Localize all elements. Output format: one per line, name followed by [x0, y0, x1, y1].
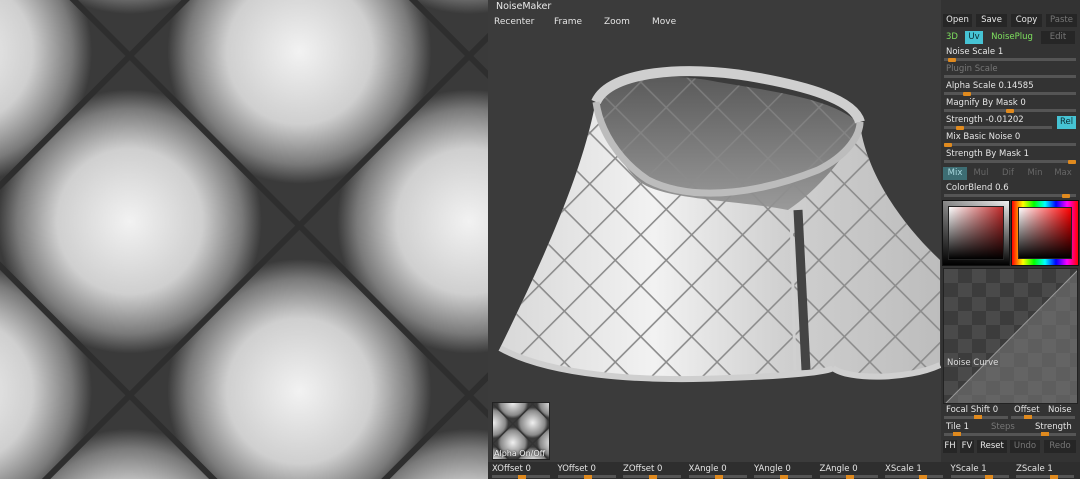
- uv-mode-button[interactable]: Uv: [965, 31, 983, 44]
- mix-basic-noise-label: Mix Basic Noise: [946, 132, 1013, 142]
- tile-label: Tile: [946, 422, 961, 432]
- plugin-scale-label: Plugin Scale: [946, 64, 998, 74]
- undo-curve-button[interactable]: Undo: [1010, 440, 1040, 453]
- alpha-texture-preview[interactable]: [0, 0, 488, 479]
- zangle-slider[interactable]: ZAngle 0: [816, 462, 880, 479]
- relative-toggle-button[interactable]: Rel: [1057, 116, 1076, 129]
- strength-value: -0.01202: [985, 115, 1024, 125]
- blend-dif-button[interactable]: Dif: [996, 167, 1020, 180]
- open-button[interactable]: Open: [943, 14, 972, 27]
- 3d-mode-button[interactable]: 3D: [943, 31, 961, 44]
- copy-button[interactable]: Copy: [1011, 14, 1042, 27]
- alpha-on-off-toggle[interactable]: Alpha On/Off: [492, 402, 550, 460]
- magnify-by-mask-label: Magnify By Mask: [946, 98, 1018, 108]
- alpha-scale-label: Alpha Scale: [946, 81, 996, 91]
- mix-basic-noise-value: 0: [1014, 132, 1021, 142]
- zoffset-slider[interactable]: ZOffset 0: [619, 462, 683, 479]
- tile-value: 1: [963, 422, 970, 432]
- strength-by-mask-value: 1: [1023, 149, 1030, 159]
- yangle-slider[interactable]: YAngle 0: [750, 462, 814, 479]
- viewport-toolbar: Recenter Frame Zoom Move: [488, 13, 941, 31]
- blend-mul-button[interactable]: Mul: [969, 167, 993, 180]
- noise-curve-label: Noise Curve: [947, 358, 999, 368]
- reset-curve-button[interactable]: Reset: [977, 440, 1007, 453]
- focal-shift-slider[interactable]: Focal Shift 0: [946, 405, 998, 415]
- color-blend-value: 0.6: [995, 183, 1009, 193]
- xoffset-label: XOffset 0: [492, 464, 531, 474]
- color-blend-label: ColorBlend: [946, 183, 993, 193]
- magnify-by-mask-value: 0: [1020, 98, 1026, 108]
- xangle-slider[interactable]: XAngle 0: [685, 462, 749, 479]
- transform-sliders-bar: XOffset 0 YOffset 0 ZOffset 0 XAngle 0 YAngl…: [488, 462, 1080, 479]
- noise-curve-editor[interactable]: Noise Curve: [943, 268, 1078, 404]
- xangle-label: XAngle 0: [688, 464, 727, 474]
- blend-mix-button[interactable]: Mix: [943, 167, 967, 180]
- recenter-button[interactable]: Recenter: [490, 15, 539, 29]
- strength-label: Strength: [946, 115, 983, 125]
- alpha-scale-value: 0.14585: [998, 81, 1034, 91]
- noisemaker-viewport[interactable]: NoiseMaker Recenter Frame Zoom Move Alph…: [488, 0, 941, 479]
- window-title: NoiseMaker: [496, 1, 552, 12]
- strength-by-mask-label: Strength By Mask: [946, 149, 1021, 159]
- offset-slider[interactable]: Offset: [1014, 405, 1040, 415]
- steps-slider[interactable]: Steps: [991, 422, 1015, 432]
- yoffset-slider[interactable]: YOffset 0: [554, 462, 618, 479]
- paste-button[interactable]: Paste: [1046, 14, 1077, 27]
- 3d-model-collar[interactable]: [488, 30, 941, 410]
- color-blend-slider[interactable]: ColorBlend 0.6: [944, 183, 1076, 198]
- strength-slider[interactable]: Strength -0.01202: [944, 115, 1052, 130]
- alpha-scale-slider[interactable]: Alpha Scale 0.14585: [944, 81, 1076, 96]
- zoom-button[interactable]: Zoom: [600, 15, 634, 29]
- yscale-slider[interactable]: YScale 1: [947, 462, 1011, 479]
- flip-vertical-button[interactable]: FV: [960, 440, 974, 453]
- move-button[interactable]: Move: [648, 15, 681, 29]
- blend-max-button[interactable]: Max: [1050, 167, 1076, 180]
- plugin-scale-slider[interactable]: Plugin Scale: [944, 64, 1076, 79]
- curve-strength-slider[interactable]: Strength: [1035, 422, 1072, 432]
- zscale-label: ZScale 1: [1016, 464, 1053, 474]
- noise-scale-slider[interactable]: Noise Scale 1: [944, 47, 1076, 62]
- xscale-slider[interactable]: XScale 1: [881, 462, 945, 479]
- yangle-label: YAngle 0: [754, 464, 791, 474]
- focal-shift-value: 0: [992, 405, 999, 415]
- magnify-by-mask-slider[interactable]: Magnify By Mask 0: [944, 98, 1076, 113]
- strength-by-mask-slider[interactable]: Strength By Mask 1: [944, 149, 1076, 164]
- redo-curve-button[interactable]: Redo: [1044, 440, 1076, 453]
- xoffset-slider[interactable]: XOffset 0: [488, 462, 552, 479]
- noisemaker-panel: Open Save Copy Paste 3D Uv NoisePlug Edi…: [941, 0, 1080, 462]
- noise-curve-graph: [944, 269, 1077, 403]
- zangle-label: ZAngle 0: [819, 464, 858, 474]
- noise-scale-label: Noise Scale: [946, 47, 996, 57]
- zoffset-label: ZOffset 0: [623, 464, 663, 474]
- focal-shift-label: Focal Shift: [946, 405, 991, 415]
- save-button[interactable]: Save: [976, 14, 1007, 27]
- noise-toggle[interactable]: Noise: [1048, 405, 1072, 415]
- zscale-slider[interactable]: ZScale 1: [1012, 462, 1076, 479]
- secondary-color-picker[interactable]: [1011, 200, 1079, 266]
- yscale-label: YScale 1: [950, 464, 987, 474]
- yoffset-label: YOffset 0: [557, 464, 596, 474]
- edit-button[interactable]: Edit: [1041, 31, 1075, 44]
- mix-basic-noise-slider[interactable]: Mix Basic Noise 0: [944, 132, 1076, 147]
- tile-slider[interactable]: Tile 1: [946, 422, 969, 432]
- noiseplug-button[interactable]: NoisePlug: [987, 31, 1037, 44]
- xscale-label: XScale 1: [885, 464, 922, 474]
- primary-color-square[interactable]: [948, 206, 1004, 260]
- primary-color-picker[interactable]: [942, 200, 1010, 266]
- secondary-color-square[interactable]: [1018, 207, 1072, 259]
- blend-min-button[interactable]: Min: [1023, 167, 1047, 180]
- flip-horizontal-button[interactable]: FH: [943, 440, 957, 453]
- alpha-toggle-label: Alpha On/Off: [494, 449, 546, 458]
- frame-button[interactable]: Frame: [550, 15, 587, 29]
- noise-scale-value: 1: [997, 47, 1004, 57]
